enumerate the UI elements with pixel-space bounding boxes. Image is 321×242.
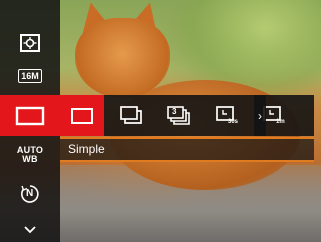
menu-sidebar: 16M AUTO WB N (0, 0, 60, 242)
mode-continuous[interactable] (110, 95, 154, 136)
continuous-shot-icon (120, 105, 142, 124)
mode-burst-3[interactable]: 3 (157, 95, 201, 136)
cat-head (75, 18, 170, 98)
drive-mode-bar: 3 30s 1m (60, 95, 314, 136)
iso-button[interactable]: N (0, 178, 60, 210)
iso-icon: N (19, 183, 41, 205)
mode-label: Simple (68, 142, 105, 156)
mode-label-bar: Simple (60, 137, 314, 162)
burst-3-icon: 3 (166, 105, 192, 127)
chevron-right-icon: › (258, 108, 262, 123)
timelapse-1m-label: 1m (276, 118, 285, 125)
resolution-icon: 16M (18, 69, 42, 83)
metering-icon (20, 34, 40, 52)
chevron-down-icon (24, 226, 36, 234)
timelapse-30s-label: 30s (228, 118, 239, 125)
continuous-shot-icon (15, 106, 45, 125)
mode-timelapse-30s[interactable]: 30s (205, 95, 249, 136)
burst-count-label: 3 (172, 106, 177, 116)
white-balance-button[interactable]: AUTO WB (0, 140, 60, 170)
white-balance-icon: AUTO WB (17, 146, 43, 164)
wb-label: WB (22, 154, 38, 164)
timelapse-30s-icon: 30s (214, 104, 240, 128)
single-shot-icon (71, 107, 93, 124)
mode-single[interactable] (60, 95, 104, 136)
resolution-button[interactable]: 16M (0, 62, 60, 90)
metering-button[interactable] (0, 28, 60, 58)
more-options-arrow[interactable]: › (254, 95, 266, 136)
iso-label: N (26, 188, 34, 199)
camera-screen: 16M AUTO WB N 3 30s 1m › Simple (0, 0, 321, 242)
resolution-label: 16M (21, 71, 39, 81)
drive-mode-button[interactable] (0, 95, 60, 136)
scroll-down-button[interactable] (0, 220, 60, 240)
